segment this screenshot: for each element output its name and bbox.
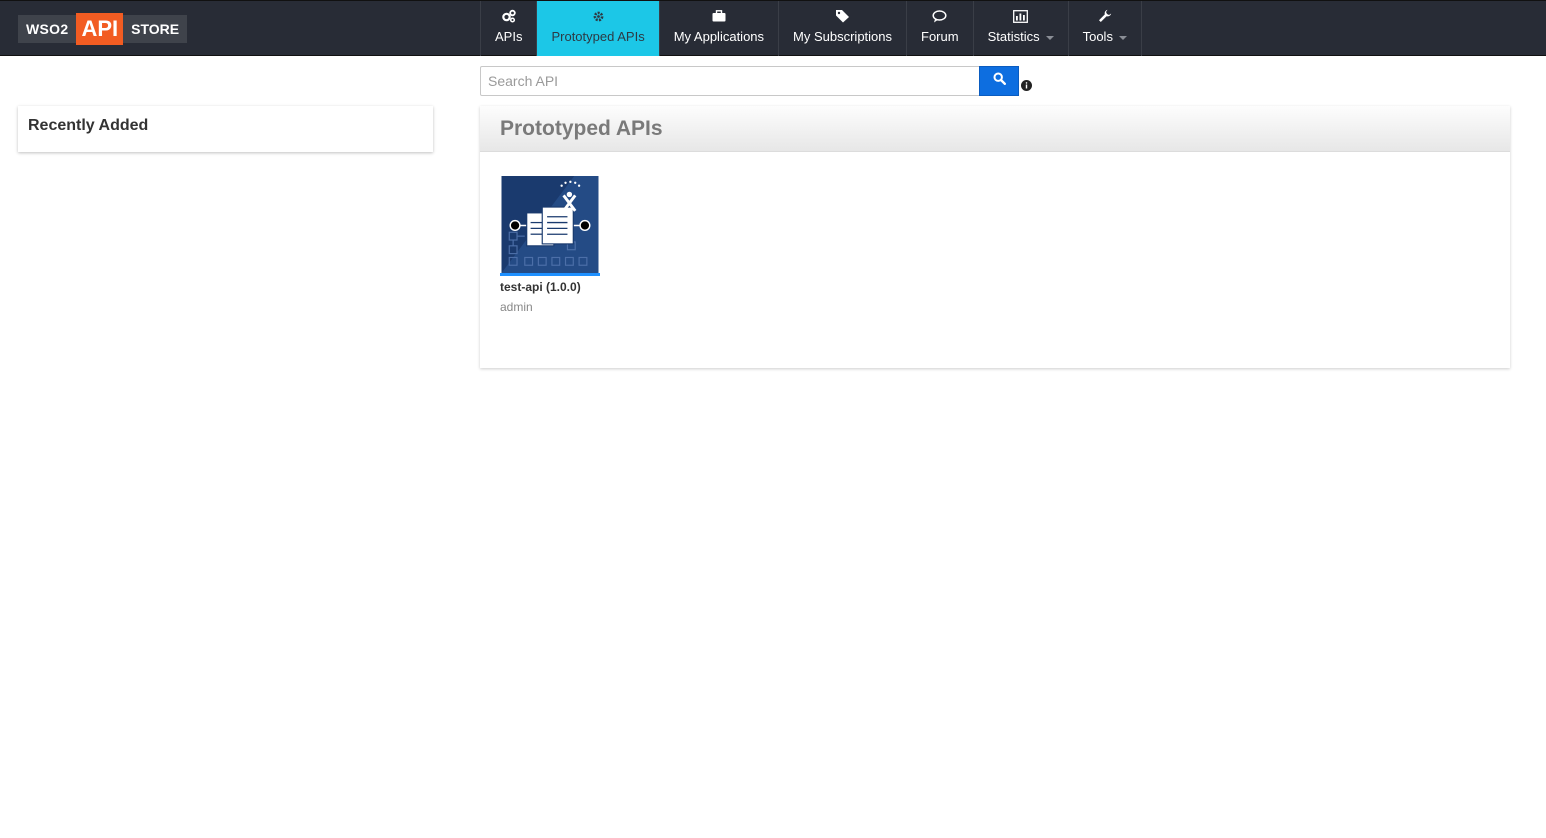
search-input[interactable]	[480, 66, 980, 96]
nav-label: Tools	[1082, 29, 1113, 44]
info-icon[interactable]	[1021, 78, 1032, 91]
api-card[interactable]: test-api (1.0.0) admin	[500, 176, 620, 314]
recently-added-title: Recently Added	[28, 117, 149, 134]
main-nav: APIs Prototyped APIs My Applications My …	[480, 1, 1142, 56]
nav-label: My Applications	[673, 29, 765, 44]
gears-icon	[501, 8, 517, 24]
wrench-icon	[1097, 8, 1113, 24]
api-owner: admin	[500, 300, 533, 314]
nav-item-apis[interactable]: APIs	[480, 1, 536, 56]
api-document-icon[interactable]	[500, 176, 600, 276]
nav-item-my-applications[interactable]: My Applications	[658, 1, 778, 56]
recently-added-panel: Recently Added	[18, 106, 433, 152]
chevron-down-icon	[1118, 35, 1127, 40]
nav-item-tools[interactable]: Tools	[1067, 1, 1142, 56]
page-title: Prototyped APIs	[500, 117, 663, 140]
nav-item-prototyped-apis[interactable]: Prototyped APIs	[536, 1, 659, 56]
search-icon	[992, 72, 1006, 90]
wso2-api-store-logo[interactable]: WSO2 API STORE	[18, 13, 188, 45]
nav-label: My Subscriptions	[793, 29, 893, 44]
logo-store-text: STORE	[123, 15, 188, 43]
logo-api-text: API	[76, 13, 124, 45]
prototyped-apis-panel: Prototyped APIs test-api (1.0.0) admin	[480, 106, 1510, 368]
nav-label: Forum	[921, 29, 959, 44]
top-navigation-bar: WSO2 API STORE APIs Prototyped APIs My A…	[0, 0, 1546, 56]
chevron-down-icon	[1045, 35, 1054, 40]
bar-chart-icon	[1013, 8, 1029, 24]
nav-item-my-subscriptions[interactable]: My Subscriptions	[778, 1, 906, 56]
logo-wso2-text: WSO2	[18, 15, 77, 43]
gear-icon	[590, 8, 606, 24]
api-name[interactable]: test-api (1.0.0)	[500, 280, 620, 294]
speech-bubble-icon	[932, 8, 948, 24]
nav-item-statistics[interactable]: Statistics	[972, 1, 1068, 56]
tags-icon	[835, 8, 851, 24]
nav-label: Statistics	[987, 29, 1040, 44]
panel-header: Prototyped APIs	[480, 106, 1510, 152]
nav-label: Prototyped APIs	[551, 29, 645, 44]
nav-label: APIs	[495, 29, 523, 44]
nav-item-forum[interactable]: Forum	[906, 1, 973, 56]
briefcase-icon	[711, 8, 727, 24]
search-button[interactable]	[979, 66, 1019, 96]
